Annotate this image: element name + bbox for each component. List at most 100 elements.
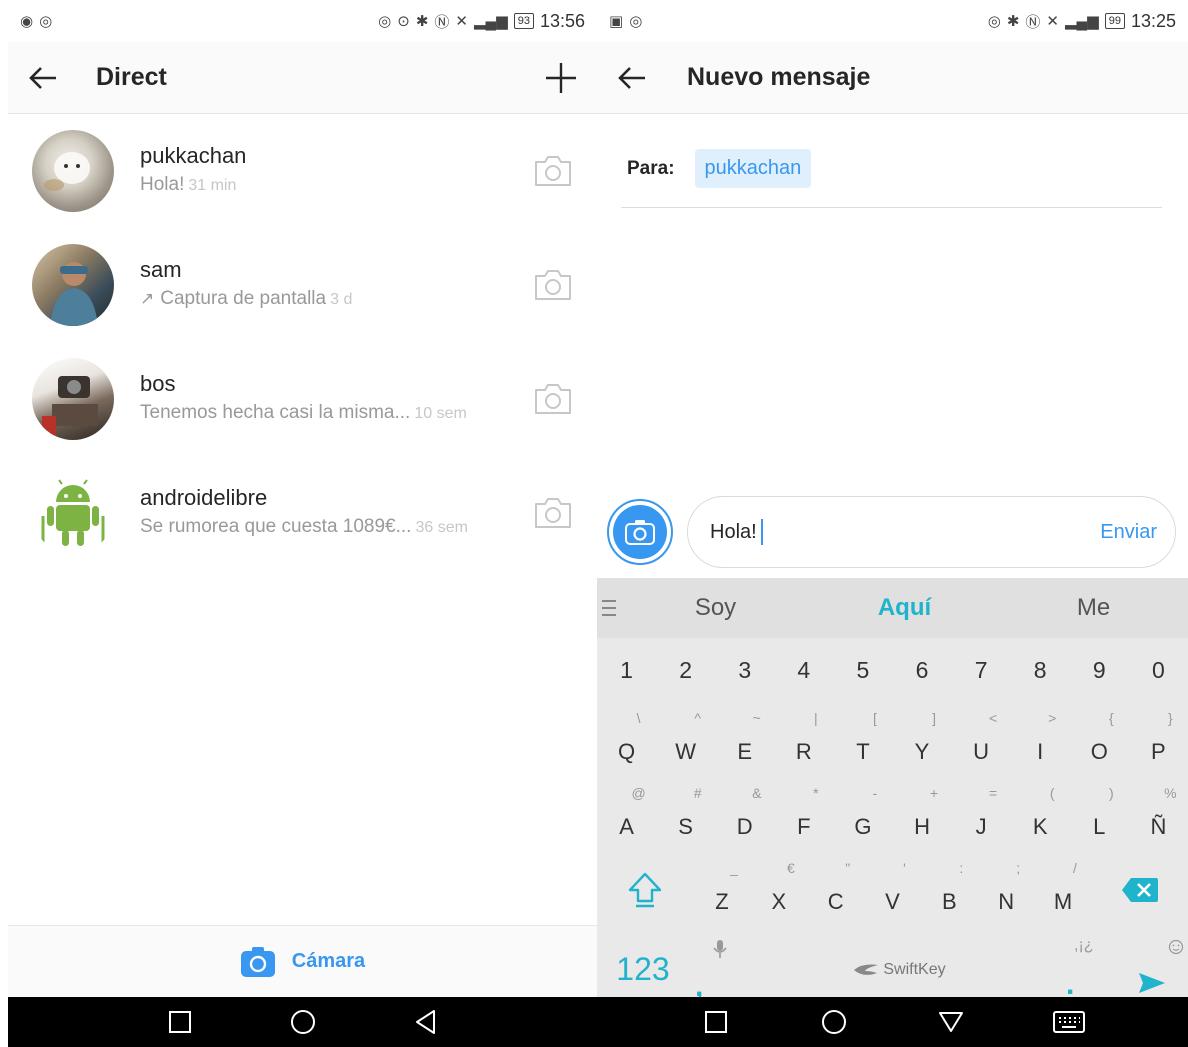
symbols-key[interactable]: 123	[597, 951, 689, 988]
thread-camera-button[interactable]	[523, 369, 583, 429]
keyboard-menu-button[interactable]	[597, 597, 621, 619]
thread-row[interactable]: androidelibre Se rumorea que cuesta 1089…	[8, 456, 597, 570]
key-label: T	[856, 739, 870, 764]
home-button[interactable]	[804, 997, 864, 1047]
key-8[interactable]: 8	[1011, 657, 1070, 684]
key-label: W	[675, 739, 697, 764]
key-e[interactable]: ~ E	[715, 702, 774, 777]
key-alt: ^	[694, 710, 701, 726]
key-1[interactable]: 1	[597, 657, 656, 684]
key-alt: /	[1073, 860, 1077, 876]
key-7[interactable]: 7	[952, 657, 1011, 684]
key-9[interactable]: 9	[1070, 657, 1129, 684]
key-label: X	[771, 889, 787, 914]
nfc-icon: ◎	[987, 13, 1001, 30]
thread-camera-button[interactable]	[523, 255, 583, 315]
key-n[interactable]: ; N	[978, 852, 1035, 927]
key-alt: '	[903, 860, 906, 876]
key-5[interactable]: 5	[833, 657, 892, 684]
key-alt: "	[845, 860, 851, 876]
key-j[interactable]: = J	[952, 777, 1011, 852]
thread-row[interactable]: bos Tenemos hecha casi la misma... 10 sem	[8, 342, 597, 456]
triangle-back-icon	[415, 1010, 435, 1034]
key-c[interactable]: " C	[807, 852, 864, 927]
thread-row[interactable]: pukkachan Hola! 31 min	[8, 114, 597, 228]
home-button[interactable]	[273, 997, 333, 1047]
asdf-row: @ A # S & D * F -G + H = J (K ) L % Ñ	[597, 777, 1188, 852]
thread-row[interactable]: sam ↗ Captura de pantalla 3 d	[8, 228, 597, 342]
key-i[interactable]: > I	[1011, 702, 1070, 777]
key-6[interactable]: 6	[892, 657, 951, 684]
key-g[interactable]: -G	[833, 777, 892, 852]
suggestion-center[interactable]: Aquí	[810, 594, 999, 622]
thread-name: androidelibre	[140, 484, 268, 510]
recents-button[interactable]	[686, 997, 746, 1047]
back-nav-button[interactable]	[396, 997, 456, 1047]
key-w[interactable]: ^ W	[656, 702, 715, 777]
key-label: E	[737, 739, 753, 764]
send-button[interactable]: Enviar	[1100, 521, 1157, 544]
recipient-chip[interactable]: pukkachan	[694, 149, 812, 188]
back-button[interactable]	[8, 42, 78, 114]
back-button[interactable]	[597, 42, 667, 114]
key-2[interactable]: 2	[656, 657, 715, 684]
key-y[interactable]: ] Y	[892, 702, 951, 777]
suggestion-right[interactable]: Me	[999, 594, 1188, 622]
thread-time: 36 sem	[415, 518, 468, 536]
new-message-screen: ▣ ◎ ◎ ✱ Ⓝ ✕ ▂▄▆ 99 13:25 Nuevo mensaje P…	[597, 0, 1188, 1047]
recents-button[interactable]	[150, 997, 210, 1047]
key-a[interactable]: @ A	[597, 777, 656, 852]
key-l[interactable]: ) L	[1070, 777, 1129, 852]
key-alt: &	[752, 785, 762, 801]
key-r[interactable]: | R	[774, 702, 833, 777]
key-x[interactable]: € X	[750, 852, 807, 927]
key-m[interactable]: / M	[1035, 852, 1092, 927]
key-z[interactable]: _ Z	[694, 852, 751, 927]
key-u[interactable]: < U	[952, 702, 1011, 777]
hide-keyboard-button[interactable]	[921, 997, 981, 1047]
thread-camera-button[interactable]	[523, 141, 583, 201]
preview-text: Se rumorea que cuesta 1089€...	[140, 515, 412, 537]
to-label: Para:	[627, 157, 675, 179]
composer: Hola! Enviar	[607, 495, 1176, 569]
key-q[interactable]: \ Q	[597, 702, 656, 777]
key-0[interactable]: 0	[1129, 657, 1188, 684]
key-b[interactable]: :B	[921, 852, 978, 927]
key-s[interactable]: # S	[656, 777, 715, 852]
key-k[interactable]: (K	[1011, 777, 1070, 852]
key-h[interactable]: + H	[892, 777, 951, 852]
camera-outline-icon	[535, 384, 571, 414]
key-enye[interactable]: % Ñ	[1129, 777, 1188, 852]
composer-camera-button[interactable]	[607, 499, 673, 565]
key-p[interactable]: } P	[1129, 702, 1188, 777]
swiftkey-keyboard: Soy Aquí Me 1 2 3 4 5 6 7 8 9 0 \ Q ^ W ~ E…	[597, 578, 1188, 1003]
key-v[interactable]: ' V	[864, 852, 921, 927]
shift-key[interactable]	[597, 852, 694, 927]
backspace-key[interactable]	[1091, 852, 1188, 927]
key-f[interactable]: * F	[774, 777, 833, 852]
key-label: F	[797, 814, 811, 839]
key-alt: )	[1108, 785, 1114, 801]
key-3[interactable]: 3	[715, 657, 774, 684]
microphone-icon	[713, 940, 727, 958]
keyboard-icon	[1053, 1011, 1086, 1033]
clock: 13:25	[1130, 10, 1176, 31]
camera-button[interactable]: Cámara	[8, 925, 597, 997]
new-message-button[interactable]	[525, 42, 597, 114]
key-alt: >	[1048, 710, 1057, 726]
key-t[interactable]: [T	[833, 702, 892, 777]
key-d[interactable]: & D	[715, 777, 774, 852]
key-alt: ~	[752, 710, 761, 726]
mute-icon: ✕	[1046, 13, 1059, 30]
key-alt: @	[631, 785, 646, 801]
keyboard-switch-button[interactable]	[1039, 997, 1099, 1047]
suggestion-left[interactable]: Soy	[621, 594, 810, 622]
key-o[interactable]: {O	[1070, 702, 1129, 777]
thread-camera-button[interactable]	[523, 483, 583, 543]
message-input[interactable]: Hola! Enviar	[687, 496, 1176, 568]
key-label: N	[998, 889, 1015, 914]
key-4[interactable]: 4	[774, 657, 833, 684]
key-alt: =	[989, 785, 998, 801]
shift-arrow-icon	[629, 872, 662, 907]
key-alt: }	[1168, 710, 1173, 726]
